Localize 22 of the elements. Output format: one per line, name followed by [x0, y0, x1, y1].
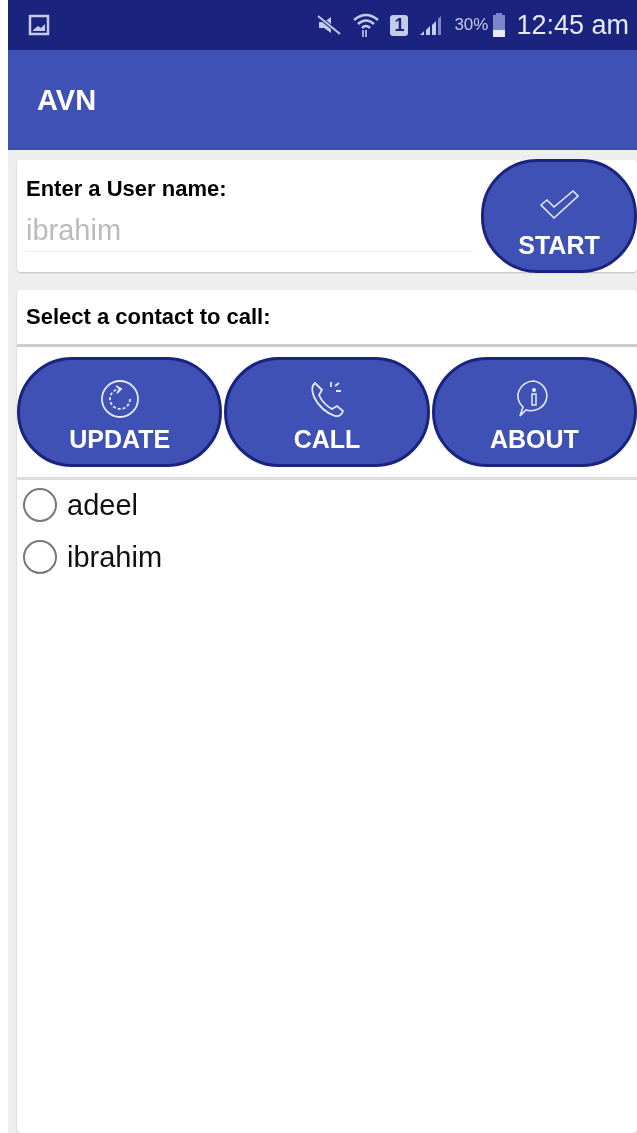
user-name-label: Enter a User name: — [26, 176, 228, 202]
contact-name: ibrahim — [67, 540, 163, 574]
image-icon — [28, 14, 50, 36]
wifi-icon — [352, 12, 381, 38]
contact-name: adeel — [67, 488, 138, 522]
check-icon — [539, 189, 579, 221]
start-button[interactable]: START — [481, 159, 637, 273]
clock-text: 12:45 am — [516, 9, 629, 41]
contact-option[interactable]: ibrahim — [23, 540, 637, 574]
mute-icon — [316, 14, 343, 36]
battery-icon — [492, 12, 507, 38]
refresh-icon — [99, 379, 140, 419]
about-button[interactable]: ABOUT — [431, 357, 637, 467]
call-button[interactable]: CALL — [224, 357, 430, 467]
radio-button[interactable] — [23, 488, 57, 522]
radio-button[interactable] — [23, 540, 57, 574]
update-button[interactable]: UPDATE — [17, 357, 223, 467]
contact-option[interactable]: adeel — [23, 488, 637, 522]
app-title: AVN — [37, 83, 97, 117]
battery-text: 30% — [454, 15, 489, 35]
contacts-heading: Select a contact to call: — [26, 304, 271, 330]
sim-badge: 1 — [390, 14, 409, 36]
